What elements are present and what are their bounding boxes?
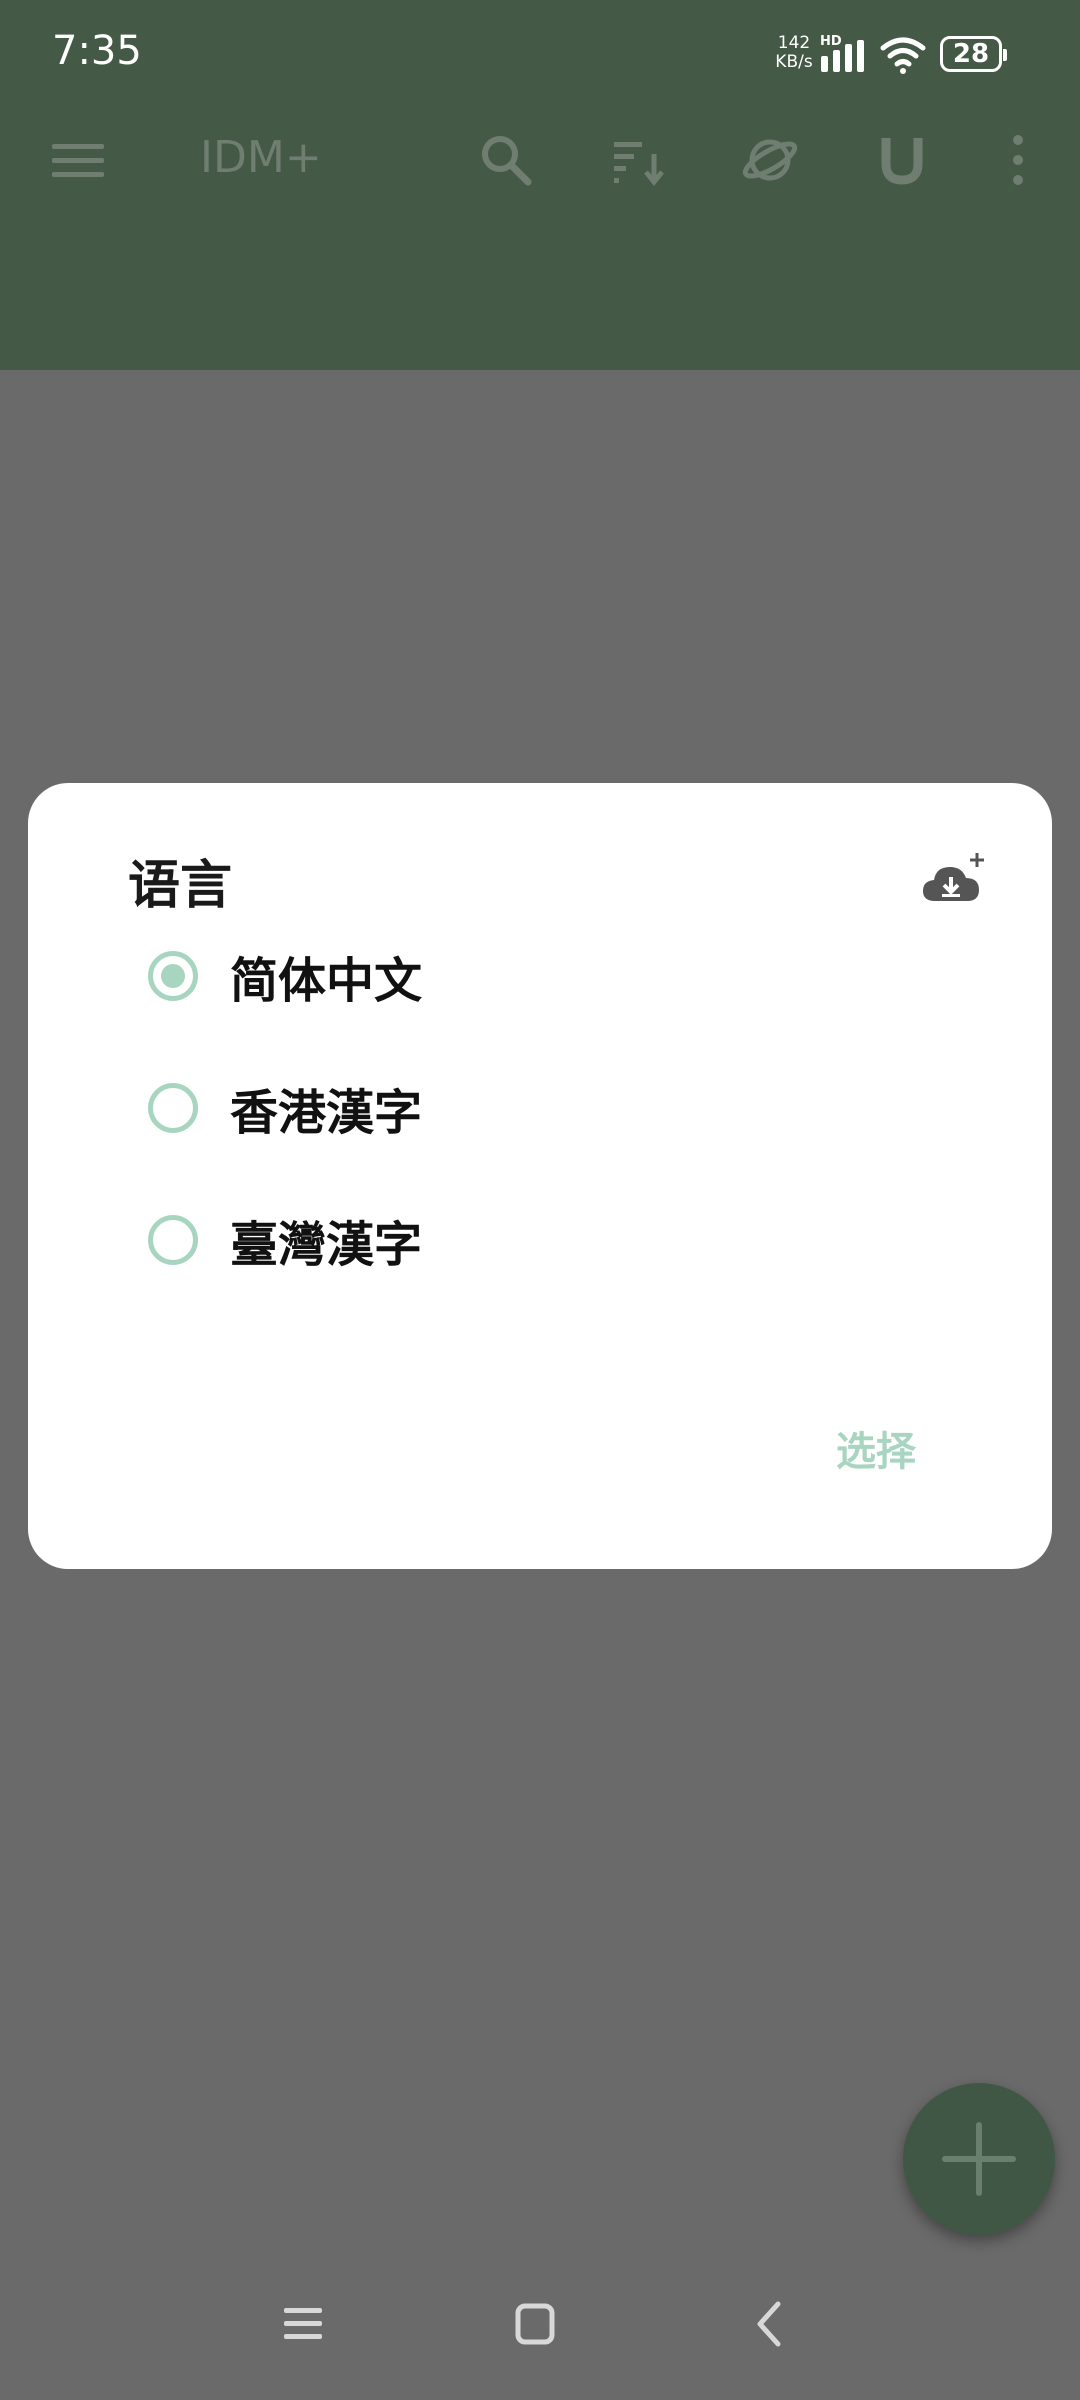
language-dialog: 语言 简体中文 香港漢字 臺灣漢字 选择 xyxy=(28,783,1052,1569)
radio-button[interactable] xyxy=(148,1215,198,1265)
sort-icon[interactable] xyxy=(608,130,668,190)
search-icon[interactable] xyxy=(476,130,536,190)
wifi-icon xyxy=(880,37,926,74)
network-speed-unit: KB/s xyxy=(775,52,813,72)
recents-icon[interactable] xyxy=(280,2300,328,2348)
browser-planet-icon[interactable] xyxy=(740,130,800,190)
language-option-label: 臺灣漢字 xyxy=(230,1217,423,1273)
magnet-icon[interactable] xyxy=(872,130,932,190)
cloud-download-add-icon[interactable] xyxy=(921,851,987,911)
signal-icon xyxy=(821,40,864,72)
menu-icon[interactable] xyxy=(48,130,108,190)
add-download-fab[interactable] xyxy=(903,2083,1055,2235)
back-icon[interactable] xyxy=(746,2300,794,2348)
battery-indicator: 28 xyxy=(940,36,1007,72)
select-button[interactable]: 选择 xyxy=(836,1419,916,1477)
app-bar: 7:35 142 KB/s HD 28 IDM+ xyxy=(0,0,1080,370)
toolbar-title: IDM+ xyxy=(200,132,322,183)
plus-icon xyxy=(942,2122,1016,2196)
screen: 7:35 142 KB/s HD 28 IDM+ 语言 简体中文 香港漢字 臺灣… xyxy=(0,0,1080,2400)
network-speed: 142 KB/s xyxy=(770,34,818,72)
language-option-label: 简体中文 xyxy=(230,953,423,1009)
status-time: 7:35 xyxy=(52,28,142,74)
radio-button[interactable] xyxy=(148,1083,198,1133)
home-icon[interactable] xyxy=(512,2300,560,2348)
language-option-hongkong-chinese[interactable]: 香港漢字 xyxy=(148,1063,928,1153)
language-option-taiwan-chinese[interactable]: 臺灣漢字 xyxy=(148,1195,928,1285)
network-speed-value: 142 xyxy=(777,33,811,53)
more-vert-icon[interactable] xyxy=(988,130,1048,190)
language-option-simplified-chinese[interactable]: 简体中文 xyxy=(148,931,928,1021)
status-bar: 7:35 142 KB/s HD 28 xyxy=(0,0,1080,110)
dialog-title: 语言 xyxy=(128,856,233,916)
radio-button-selected[interactable] xyxy=(148,951,198,1001)
language-option-label: 香港漢字 xyxy=(230,1085,423,1141)
